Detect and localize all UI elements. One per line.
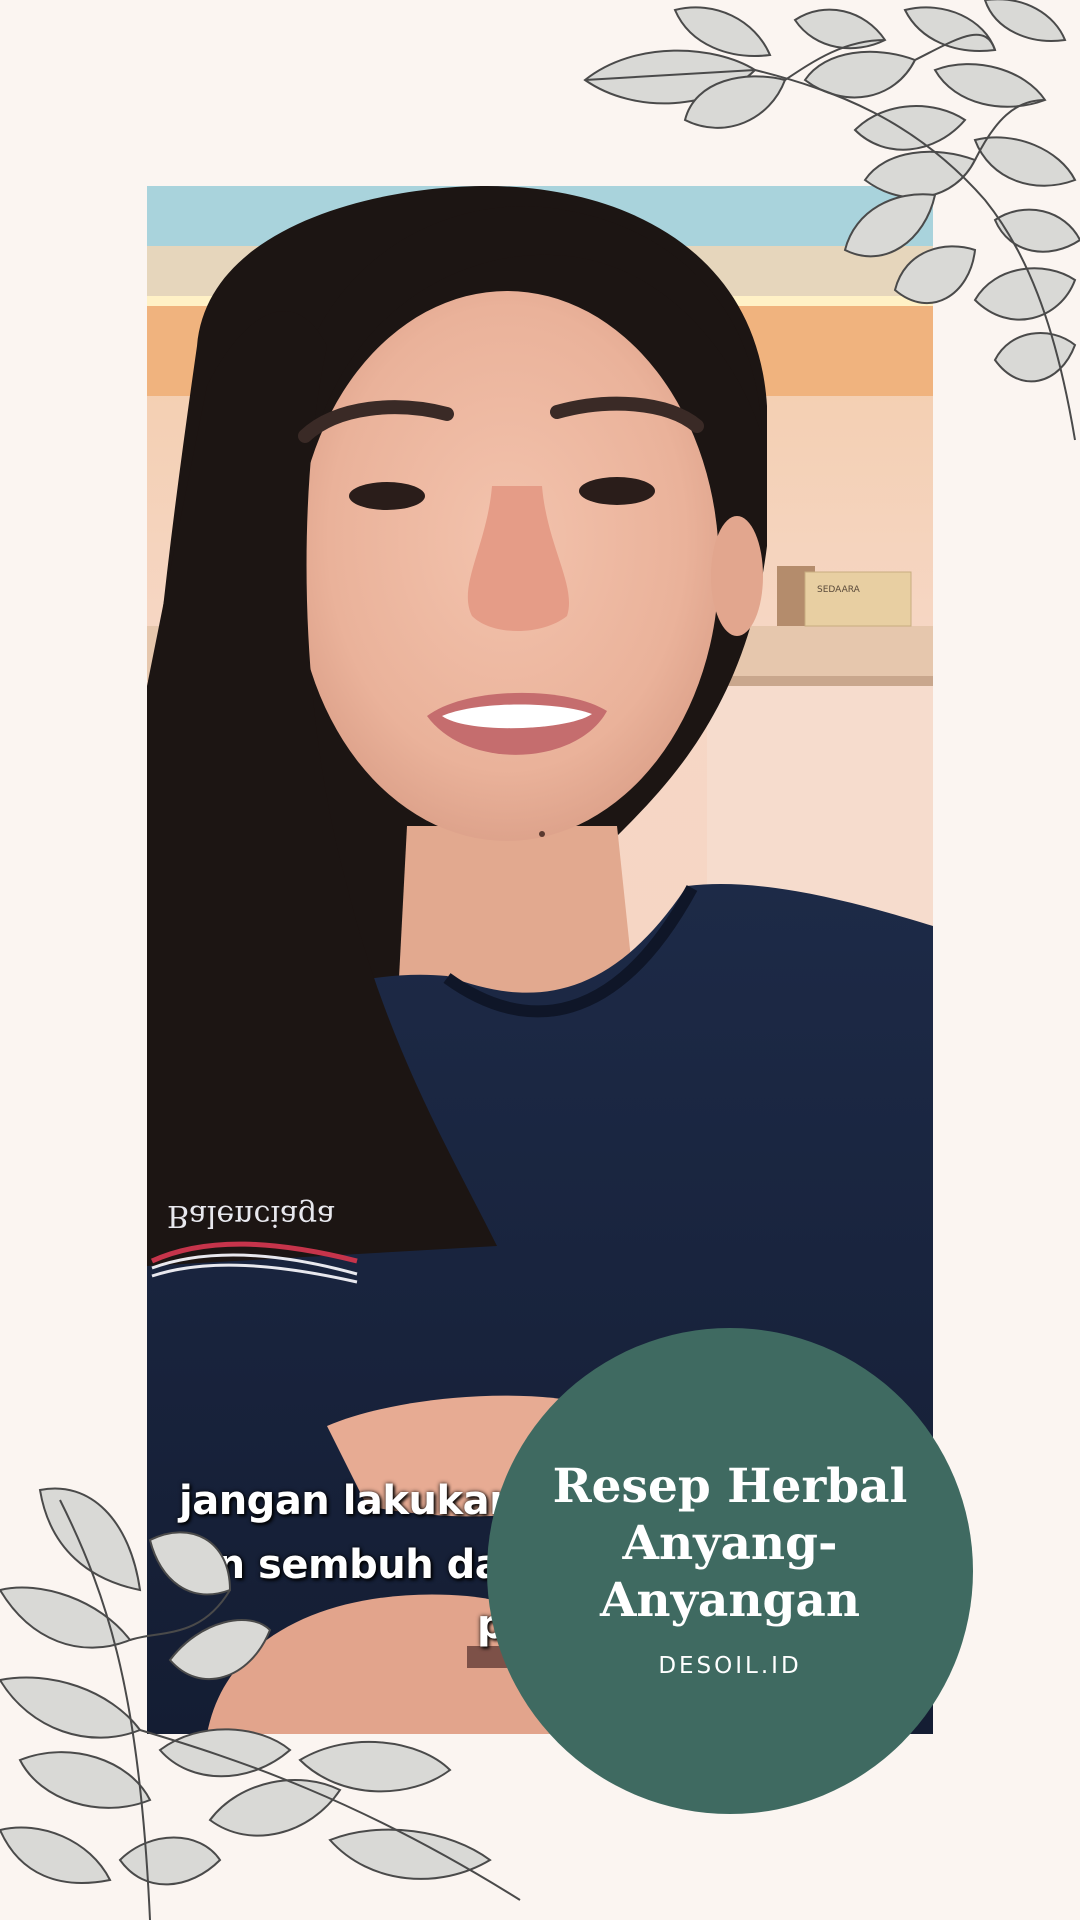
title-badge: Resep Herbal Anyang-Anyangan DESOIL.ID — [487, 1328, 973, 1814]
badge-subtitle: DESOIL.ID — [658, 1652, 802, 1679]
botanical-leaves-bottom-left — [0, 1487, 521, 1920]
badge-title: Resep Herbal Anyang-Anyangan — [552, 1458, 908, 1628]
shelf-box-label: SEDAARA — [817, 585, 861, 595]
story-canvas: SEDAARA Balenciaga jangan lakukan jin se… — [0, 0, 1080, 1920]
botanical-leaves-top-right — [583, 0, 1080, 441]
shirt-logo: Balenciaga — [167, 1198, 335, 1233]
